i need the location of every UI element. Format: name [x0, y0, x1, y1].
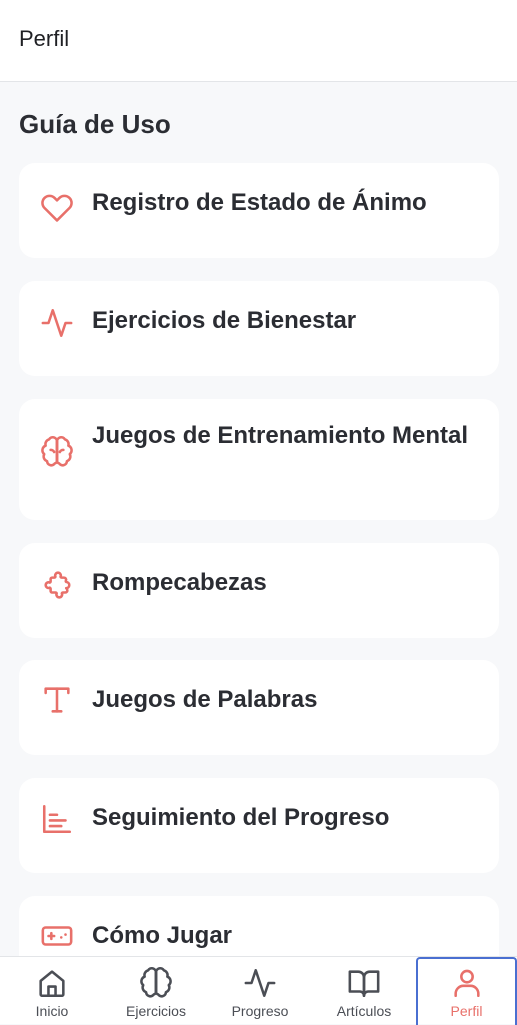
brain-icon	[40, 435, 74, 469]
guide-item-label: Juegos de Palabras	[92, 686, 318, 713]
tab-perfil[interactable]: Perfil	[416, 957, 517, 1025]
tab-articulos[interactable]: Artículos	[312, 957, 416, 1025]
guide-item-label: Juegos de Entrenamiento Mental	[92, 422, 469, 449]
bottom-tab-bar: Inicio Ejercicios Progreso Artículos Per…	[0, 956, 517, 1025]
book-icon	[347, 966, 381, 1000]
guide-item-puzzles[interactable]: Rompecabezas	[19, 543, 499, 638]
guide-item-word-games[interactable]: Juegos de Palabras	[19, 660, 499, 755]
tab-label: Progreso	[231, 1003, 289, 1019]
guide-item-label: Registro de Estado de Ánimo	[92, 189, 427, 216]
gamepad-icon	[40, 919, 74, 953]
tab-ejercicios[interactable]: Ejercicios	[104, 957, 208, 1025]
guide-item-label: Cómo Jugar	[92, 922, 233, 949]
guide-item-label: Seguimiento del Progreso	[92, 804, 390, 831]
activity-icon	[243, 966, 277, 1000]
activity-icon	[40, 306, 74, 340]
guide-item-wellness-exercises[interactable]: Ejercicios de Bienestar	[19, 281, 499, 376]
heart-icon	[40, 190, 74, 224]
guide-item-mental-training[interactable]: Juegos de Entrenamiento Mental	[19, 399, 499, 520]
tab-label: Ejercicios	[126, 1003, 186, 1019]
guide-item-label: Rompecabezas	[92, 569, 267, 596]
section-title: Guía de Uso	[19, 109, 171, 139]
tab-label: Inicio	[35, 1003, 69, 1019]
puzzle-icon	[40, 567, 74, 601]
guide-item-progress-tracking[interactable]: Seguimiento del Progreso	[19, 778, 499, 873]
top-bar: Perfil	[0, 0, 517, 82]
tab-label: Perfil	[450, 1003, 483, 1019]
tab-inicio[interactable]: Inicio	[0, 957, 104, 1025]
page-title: Perfil	[19, 26, 70, 51]
user-icon	[450, 966, 484, 1000]
guide-item-label: Ejercicios de Bienestar	[92, 307, 357, 334]
tab-progreso[interactable]: Progreso	[208, 957, 312, 1025]
brain-icon	[139, 966, 173, 1000]
guide-item-mood-log[interactable]: Registro de Estado de Ánimo	[19, 163, 499, 258]
text-type-icon	[40, 683, 74, 717]
bar-chart-icon	[40, 802, 74, 836]
home-icon	[35, 966, 69, 1000]
tab-label: Artículos	[336, 1003, 392, 1019]
